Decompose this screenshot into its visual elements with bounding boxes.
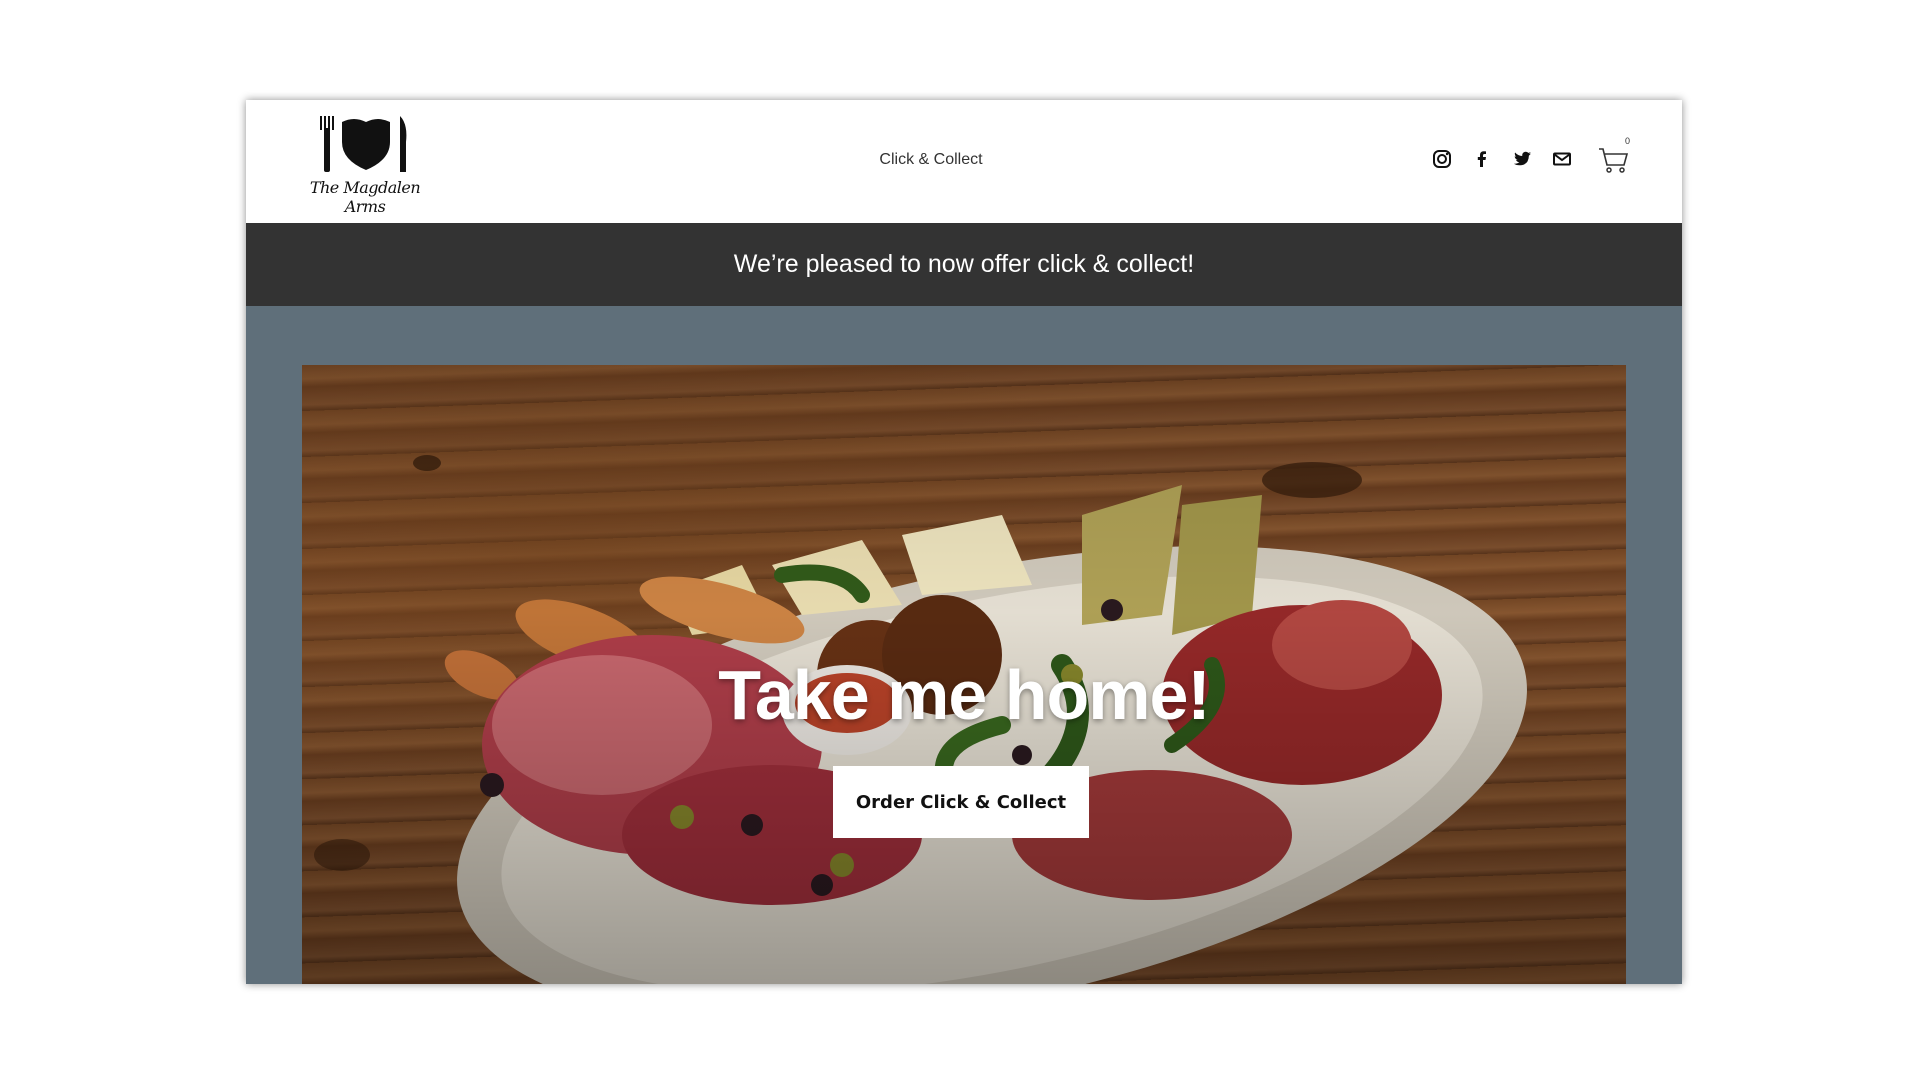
browser-window: The Magdalen Arms Click & Collect 0 We’r…	[246, 100, 1682, 984]
facebook-icon[interactable]	[1472, 149, 1492, 169]
nav-click-collect[interactable]: Click & Collect	[846, 151, 1016, 169]
site-header: The Magdalen Arms Click & Collect 0	[246, 100, 1682, 223]
order-click-collect-button[interactable]: Order Click & Collect	[833, 766, 1089, 838]
announcement-banner: We’re pleased to now offer click & colle…	[246, 223, 1682, 306]
hero-section: Take me home! Order Click & Collect	[302, 365, 1626, 984]
logo-mark	[320, 116, 407, 172]
social-links	[1432, 149, 1572, 169]
cart-icon[interactable]	[1598, 146, 1630, 174]
twitter-icon[interactable]	[1512, 149, 1532, 169]
mail-icon[interactable]	[1552, 149, 1572, 169]
instagram-icon[interactable]	[1432, 149, 1452, 169]
site-logo[interactable]: The Magdalen Arms	[302, 114, 428, 216]
logo-text: The Magdalen Arms	[309, 178, 421, 216]
cart-count-badge: 0	[1624, 136, 1630, 146]
banner-text: We’re pleased to now offer click & colle…	[733, 250, 1195, 278]
hero-title: Take me home!	[718, 656, 1210, 734]
